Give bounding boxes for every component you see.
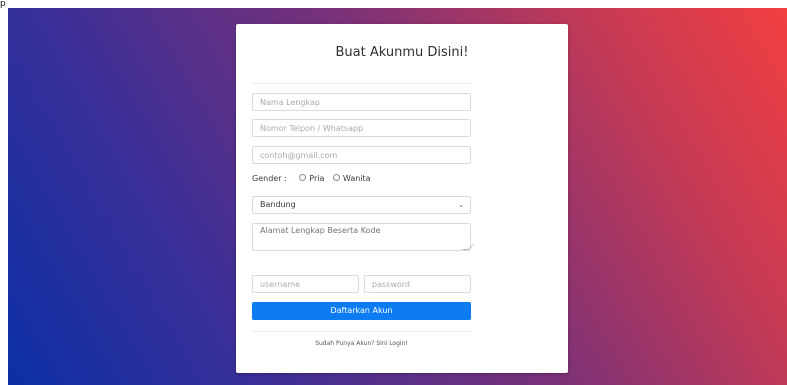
radio-icon[interactable] (299, 174, 307, 181)
login-link[interactable]: Sudah Punya Akun? Sini Login! (252, 340, 471, 347)
address-textarea[interactable] (252, 223, 471, 251)
gender-label: Gender : (252, 174, 287, 183)
phone-input[interactable] (252, 119, 471, 137)
city-select-value: Bandung (260, 200, 296, 209)
form-title: Buat Akunmu Disini! (335, 45, 469, 60)
full-name-input[interactable] (252, 93, 471, 111)
register-button[interactable]: Daftarkan Akun (252, 302, 471, 320)
gender-option-pria[interactable]: Pria (299, 172, 324, 186)
username-input[interactable] (252, 275, 359, 293)
email-input[interactable] (252, 146, 471, 164)
title-divider (252, 83, 471, 84)
registration-card: Buat Akunmu Disini! Gender : Pria Wanita… (236, 24, 568, 373)
chevron-down-icon: ⌄ (458, 201, 464, 209)
footer-divider (252, 331, 471, 332)
gender-option-wanita[interactable]: Wanita (332, 172, 371, 186)
gender-option-label: Pria (309, 174, 325, 183)
city-select[interactable]: Bandung ⌄ (252, 196, 471, 214)
gender-option-label: Wanita (342, 174, 371, 183)
gender-row: Gender : Pria Wanita (252, 172, 377, 186)
corner-text: p (0, 0, 6, 8)
password-input[interactable] (364, 275, 471, 293)
radio-icon[interactable] (332, 174, 340, 181)
